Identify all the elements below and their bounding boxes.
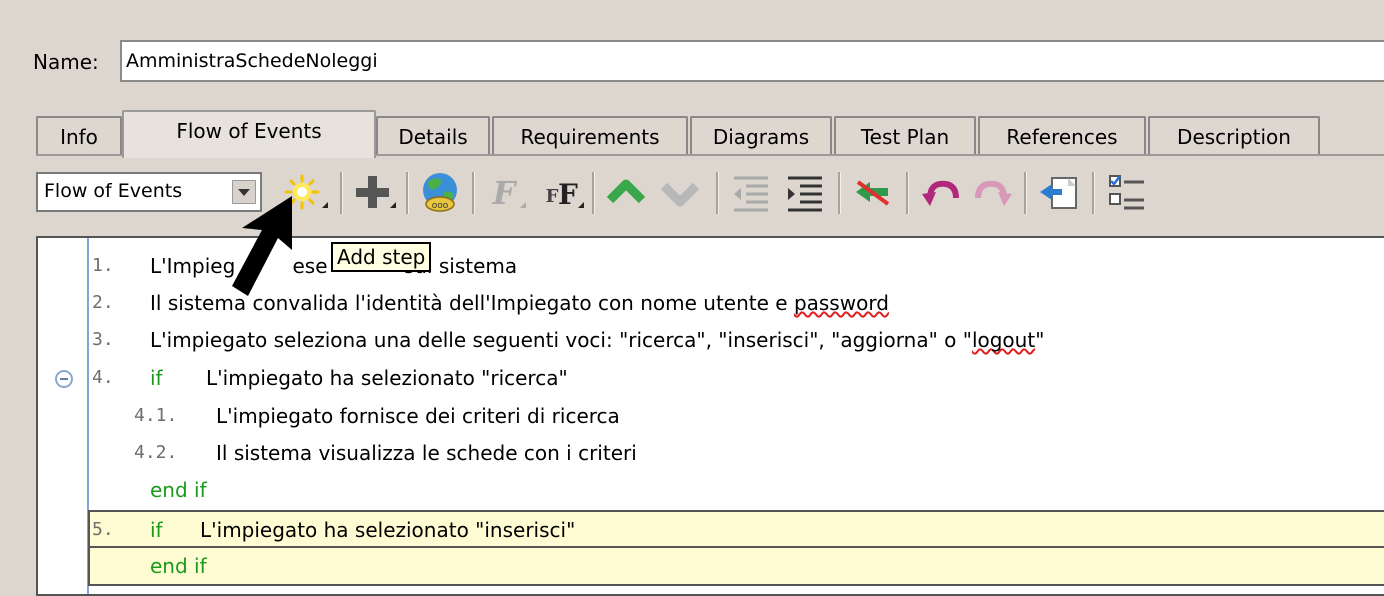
- export-button[interactable]: [1034, 168, 1086, 218]
- remove-button[interactable]: [848, 168, 900, 218]
- if-keyword: if: [150, 518, 163, 542]
- step-number: 4.1.: [134, 405, 178, 426]
- tab-requirements[interactable]: Requirements: [492, 116, 688, 156]
- toolbar-separator: [1092, 172, 1095, 214]
- format-ff-button[interactable]: F F: [536, 168, 588, 218]
- toolbar-separator: [592, 172, 595, 214]
- undo-button[interactable]: [916, 168, 968, 218]
- step-text: L'impiegato fornisce dei criteri di rice…: [216, 404, 620, 428]
- toolbar-separator: [838, 172, 841, 214]
- tooltip: Add step: [331, 242, 432, 272]
- undo-icon: [922, 180, 959, 206]
- checklist-icon: [1109, 175, 1144, 210]
- globe-button[interactable]: ooo: [414, 168, 466, 218]
- toolbar-separator: [472, 172, 475, 214]
- svg-text:F: F: [492, 174, 518, 212]
- if-keyword: if: [150, 366, 163, 390]
- format-ff-icon: F F: [546, 178, 584, 211]
- move-up-icon: [606, 179, 646, 204]
- collapse-icon[interactable]: [55, 370, 73, 388]
- step-number: 5.: [92, 519, 114, 540]
- export-icon: [1040, 177, 1077, 209]
- toolbar-separator: [406, 172, 409, 214]
- mouse-cursor-icon: [232, 196, 292, 296]
- tab-details[interactable]: Details: [376, 116, 490, 156]
- tab-bar: Info Flow of Events Details Requirements…: [36, 110, 1384, 158]
- step-row-selected[interactable]: 5. if L'impiegato ha selezionato "inseri…: [88, 510, 1384, 548]
- flow-select-value: Flow of Events: [44, 180, 183, 202]
- move-up-button[interactable]: [602, 168, 654, 218]
- svg-text:F: F: [546, 186, 559, 207]
- end-if-keyword: end if: [150, 554, 207, 578]
- toolbar-separator: [1024, 172, 1027, 214]
- step-text: Il sistema visualizza le schede con i cr…: [216, 441, 637, 465]
- step-number: 4.: [92, 367, 114, 388]
- tab-diagrams[interactable]: Diagrams: [690, 116, 832, 156]
- step-text: L'impiegato ha selezionato "inserisci": [200, 518, 576, 542]
- outdent-icon: [734, 176, 768, 212]
- toolbar-separator: [340, 172, 343, 214]
- tab-description[interactable]: Description: [1148, 116, 1320, 156]
- redo-icon: [975, 180, 1012, 206]
- svg-text:ooo: ooo: [432, 201, 449, 211]
- step-text: L'impiegato ha selezionato "ricerca": [206, 366, 568, 390]
- move-down-button[interactable]: [656, 168, 708, 218]
- indent-button[interactable]: [780, 168, 832, 218]
- indent-icon: [788, 176, 822, 212]
- step-number: 1.: [92, 255, 114, 276]
- toolbar-separator: [906, 172, 909, 214]
- add-icon: [356, 176, 396, 208]
- remove-icon: [856, 180, 890, 206]
- move-down-icon: [660, 182, 700, 207]
- tab-test-plan[interactable]: Test Plan: [834, 116, 976, 156]
- add-button[interactable]: [348, 168, 400, 218]
- format-f-icon: F: [492, 174, 526, 212]
- redo-button[interactable]: [968, 168, 1020, 218]
- format-f-button[interactable]: F: [480, 168, 532, 218]
- outdent-button[interactable]: [726, 168, 778, 218]
- name-label: Name:: [33, 50, 99, 74]
- name-field[interactable]: AmministraSchedeNoleggi: [120, 40, 1384, 82]
- end-if-keyword: end if: [150, 478, 207, 502]
- tab-info[interactable]: Info: [36, 116, 122, 156]
- step-number: 2.: [92, 292, 114, 313]
- svg-text:F: F: [558, 178, 578, 211]
- step-row-selected[interactable]: end if: [88, 548, 1384, 586]
- step-number: 3.: [92, 329, 114, 350]
- tab-flow-of-events[interactable]: Flow of Events: [122, 110, 376, 158]
- editor-gutter: [38, 238, 88, 594]
- toolbar-separator: [716, 172, 719, 214]
- tab-references[interactable]: References: [978, 116, 1146, 156]
- globe-icon: ooo: [423, 173, 457, 212]
- step-number: 4.2.: [134, 442, 178, 463]
- step-text: L'impiegato seleziona una delle seguenti…: [150, 328, 1045, 352]
- checklist-button[interactable]: [1102, 168, 1154, 218]
